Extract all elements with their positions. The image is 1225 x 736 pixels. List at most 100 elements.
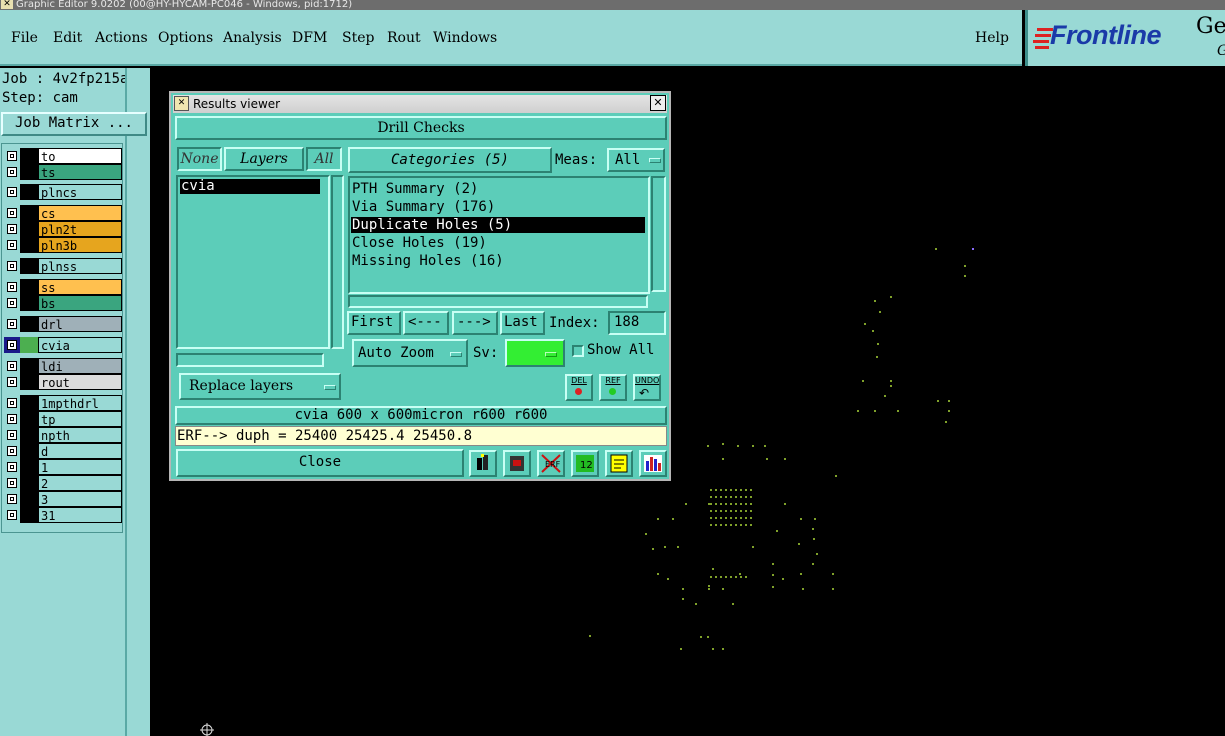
categories-vscroll[interactable]: [651, 176, 666, 292]
menu-windows[interactable]: Windows: [433, 30, 497, 46]
notes-button[interactable]: [605, 450, 633, 477]
category-item[interactable]: PTH Summary (2): [351, 181, 645, 197]
layer-checkbox[interactable]: [7, 494, 17, 504]
menu-analysis[interactable]: Analysis: [223, 30, 282, 46]
layer-row[interactable]: cvia: [4, 337, 122, 353]
auto-zoom-dropdown[interactable]: Auto Zoom: [352, 339, 468, 367]
layers-listbox[interactable]: [176, 175, 330, 349]
layer-row[interactable]: ts: [4, 164, 122, 180]
menu-step[interactable]: Step: [342, 30, 374, 46]
layer-checkbox[interactable]: [7, 377, 17, 387]
histogram-button[interactable]: [639, 450, 667, 477]
layer-checkbox[interactable]: [7, 414, 17, 424]
all-button[interactable]: All: [306, 147, 342, 171]
layer-name[interactable]: d: [38, 443, 122, 459]
ref-button[interactable]: REF: [599, 374, 627, 401]
layer-row[interactable]: pln3b: [4, 237, 122, 253]
category-item[interactable]: Close Holes (19): [351, 235, 645, 251]
close-button[interactable]: Close: [176, 449, 464, 477]
erf-button[interactable]: ERF: [537, 450, 565, 477]
layers-header[interactable]: Layers: [224, 147, 304, 171]
layer-checkbox[interactable]: [7, 151, 17, 161]
first-button[interactable]: First: [347, 311, 401, 335]
layer-name[interactable]: 1mpthdrl: [38, 395, 122, 411]
layer-row[interactable]: bs: [4, 295, 122, 311]
layer-checkbox[interactable]: [7, 430, 17, 440]
category-item[interactable]: Duplicate Holes (5): [351, 217, 645, 233]
layer-row[interactable]: ss: [4, 279, 122, 295]
undo-button[interactable]: UNDO ↶: [633, 374, 661, 401]
layer-name[interactable]: 3: [38, 491, 122, 507]
last-button[interactable]: Last: [500, 311, 545, 335]
dialog-close-button[interactable]: ✕: [650, 95, 666, 111]
layer-row[interactable]: pln2t: [4, 221, 122, 237]
index-input[interactable]: 188: [608, 311, 666, 335]
layer-name[interactable]: 2: [38, 475, 122, 491]
numbering-button[interactable]: 12: [571, 450, 599, 477]
menu-actions[interactable]: Actions: [95, 30, 148, 46]
layer-checkbox[interactable]: [7, 261, 17, 271]
category-item[interactable]: Missing Holes (16): [351, 253, 645, 269]
layer-name[interactable]: ldi: [38, 358, 122, 374]
left-panel-scroll[interactable]: [125, 68, 150, 736]
layer-checkbox[interactable]: [7, 224, 17, 234]
layer-checkbox[interactable]: [7, 167, 17, 177]
layer-row[interactable]: 2: [4, 475, 122, 491]
layer-checkbox[interactable]: [7, 282, 17, 292]
layer-row[interactable]: tp: [4, 411, 122, 427]
del-button[interactable]: DEL: [565, 374, 593, 401]
layer-name[interactable]: rout: [38, 374, 122, 390]
layer-checkbox[interactable]: [7, 319, 17, 329]
layer-checkbox[interactable]: [7, 510, 17, 520]
layer-name[interactable]: 31: [38, 507, 122, 523]
layers-hscroll[interactable]: [176, 353, 324, 367]
layer-name[interactable]: npth: [38, 427, 122, 443]
categories-hscroll[interactable]: [348, 295, 648, 308]
layer-name[interactable]: to: [38, 148, 122, 164]
layer-name[interactable]: 1: [38, 459, 122, 475]
layer-checkbox[interactable]: [7, 340, 17, 350]
none-button[interactable]: None: [177, 147, 222, 171]
layer-checkbox[interactable]: [7, 478, 17, 488]
menu-file[interactable]: File: [11, 30, 38, 46]
layer-name[interactable]: pln3b: [38, 237, 122, 253]
dialog-title-bar[interactable]: Results viewer: [173, 95, 667, 113]
layer-row[interactable]: rout: [4, 374, 122, 390]
layer-name[interactable]: tp: [38, 411, 122, 427]
layer-row[interactable]: to: [4, 148, 122, 164]
layer-checkbox[interactable]: [7, 208, 17, 218]
layer-row[interactable]: 3: [4, 491, 122, 507]
layer-row[interactable]: d: [4, 443, 122, 459]
layer-checkbox[interactable]: [7, 361, 17, 371]
layers-vscroll[interactable]: [331, 175, 344, 349]
menu-help[interactable]: Help: [975, 30, 1009, 46]
layer-name[interactable]: ts: [38, 164, 122, 180]
menu-options[interactable]: Options: [158, 30, 213, 46]
replace-layers-dropdown[interactable]: Replace layers: [179, 373, 341, 400]
drill-checks-header[interactable]: Drill Checks: [175, 116, 667, 140]
layer-row[interactable]: 31: [4, 507, 122, 523]
layer-row[interactable]: drl: [4, 316, 122, 332]
category-item[interactable]: Via Summary (176): [351, 199, 645, 215]
layer-checkbox[interactable]: [7, 240, 17, 250]
categories-header[interactable]: Categories (5): [348, 147, 552, 173]
layer-list-item[interactable]: cvia: [180, 179, 320, 194]
menu-rout[interactable]: Rout: [387, 30, 421, 46]
layer-checkbox[interactable]: [7, 298, 17, 308]
layer-row[interactable]: cs: [4, 205, 122, 221]
layer-name[interactable]: drl: [38, 316, 122, 332]
layer-row[interactable]: plncs: [4, 184, 122, 200]
meas-dropdown[interactable]: All: [607, 148, 665, 172]
prev-button[interactable]: <---: [403, 311, 449, 335]
layer-name[interactable]: cs: [38, 205, 122, 221]
layer-name[interactable]: cvia: [38, 337, 122, 353]
menu-dfm[interactable]: DFM: [292, 30, 327, 46]
layer-checkbox[interactable]: [7, 187, 17, 197]
layer-name[interactable]: plncs: [38, 184, 122, 200]
layer-row[interactable]: plnss: [4, 258, 122, 274]
layer-name[interactable]: pln2t: [38, 221, 122, 237]
report-button[interactable]: [503, 450, 531, 477]
show-all-checkbox[interactable]: [572, 345, 584, 357]
layer-name[interactable]: ss: [38, 279, 122, 295]
layer-checkbox[interactable]: [7, 462, 17, 472]
